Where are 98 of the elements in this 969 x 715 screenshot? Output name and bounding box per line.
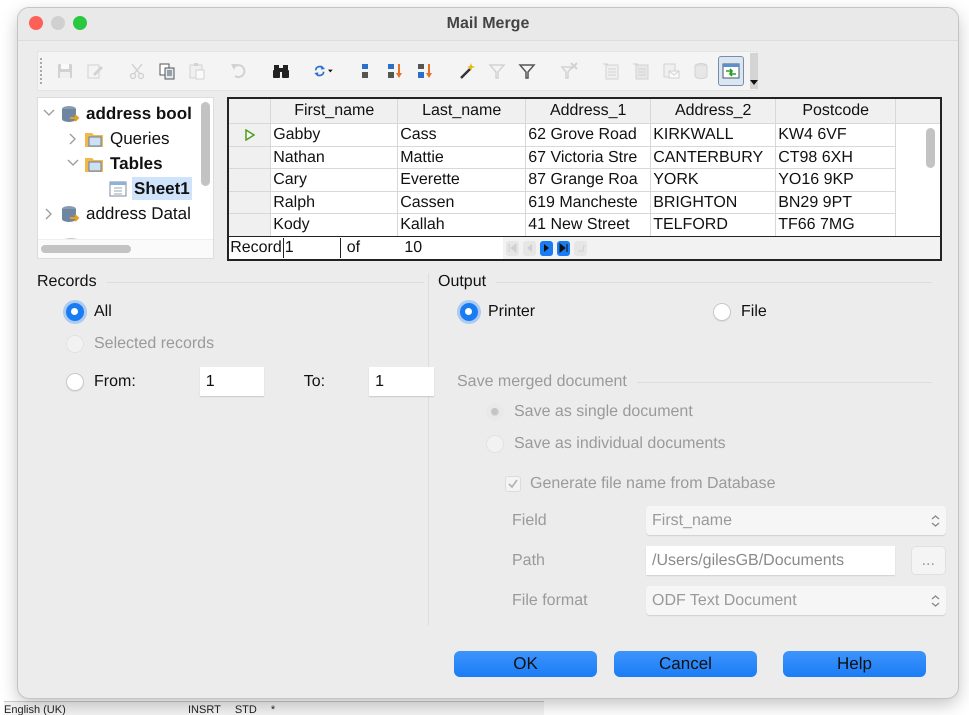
- to-label: To:: [304, 372, 326, 390]
- dropdown-arrows-icon: [931, 514, 940, 526]
- sort-descending-icon: [415, 61, 435, 81]
- explorer-button[interactable]: [718, 56, 744, 86]
- file-format-label: File format: [512, 592, 589, 610]
- option-label: All: [94, 303, 112, 321]
- status-text: STD: [234, 704, 257, 715]
- remove-filter-icon: [559, 61, 579, 81]
- section-heading: Records: [37, 273, 97, 291]
- dropdown-arrows-icon: [931, 594, 940, 606]
- next-record-button[interactable]: [540, 240, 554, 256]
- ok-button[interactable]: OK: [454, 651, 597, 677]
- tree-item[interactable]: Sheet1: [132, 177, 192, 200]
- status-text: *: [270, 704, 276, 715]
- first-icon: [508, 243, 518, 253]
- sort-ascending-icon: [385, 61, 405, 81]
- help-button[interactable]: Help: [783, 651, 926, 677]
- minimize-button[interactable]: [51, 16, 65, 30]
- horizontal-scrollbar[interactable]: [41, 245, 131, 253]
- caret-icon: [328, 69, 333, 73]
- close-button[interactable]: [29, 16, 43, 30]
- path-label: Path: [512, 552, 546, 570]
- record-count: 10: [403, 238, 424, 258]
- column-header[interactable]: Last_name: [398, 99, 526, 124]
- checkbox-label: Generate file name from Database: [530, 475, 776, 493]
- table-cell: YORK: [651, 169, 776, 192]
- option-label: Selected records: [94, 335, 214, 353]
- last-record-button[interactable]: [557, 240, 570, 256]
- cancel-button[interactable]: Cancel: [614, 651, 757, 677]
- copy-icon: [157, 61, 177, 81]
- column-header[interactable]: First_name: [271, 99, 398, 124]
- radio-button[interactable]: [713, 303, 731, 321]
- vertical-scrollbar[interactable]: [926, 128, 935, 168]
- table-cell: 619 Mancheste: [526, 192, 652, 214]
- clipboard-icon: [187, 61, 207, 81]
- table-cell: 67 Victoria Stre: [526, 146, 652, 169]
- table-icon: [108, 178, 128, 198]
- of-label: of: [346, 238, 362, 258]
- status-text: INSRT: [188, 704, 221, 715]
- table-cell: CT98 6XH: [776, 146, 896, 169]
- vertical-scrollbar[interactable]: [201, 102, 210, 186]
- next-icon: [542, 243, 552, 253]
- table-cell: YO16 9KP: [776, 169, 896, 192]
- field-label: Field: [512, 512, 548, 530]
- option-label: File: [741, 303, 767, 321]
- corner-header-cell: [229, 99, 272, 124]
- scissors-icon: [127, 61, 147, 81]
- current-row-icon: [244, 128, 255, 141]
- table-cell: Ralph: [271, 192, 398, 214]
- database-icon: [60, 204, 80, 224]
- option-label: From:: [94, 372, 136, 390]
- last-icon: [559, 243, 568, 253]
- tree-item[interactable]: address bool: [84, 102, 194, 125]
- column-header[interactable]: Address_1: [526, 99, 652, 124]
- checkmark-icon: [508, 479, 518, 489]
- table-cell: Nathan: [271, 146, 398, 169]
- radio-button[interactable]: [66, 372, 84, 390]
- mail-icon: [661, 61, 681, 81]
- table-cell: KW4 6VF: [776, 124, 896, 146]
- table-cell: CANTERBURY: [651, 146, 776, 169]
- tree-item[interactable]: Tables: [108, 152, 165, 175]
- window-title: Mail Merge: [446, 15, 530, 33]
- database-icon: [60, 104, 80, 124]
- table-cell: Cass: [398, 124, 526, 146]
- radio-button[interactable]: [66, 303, 84, 321]
- status-text: English (UK): [4, 704, 67, 715]
- table-cell: Cassen: [398, 192, 526, 214]
- option-label: Save as single document: [514, 403, 693, 421]
- option-label: Save as individual documents: [514, 435, 726, 453]
- record-field[interactable]: 1: [282, 238, 341, 258]
- table-cell: Gabby: [271, 124, 398, 146]
- caret-icon: [750, 80, 758, 85]
- toolbar-overflow-button[interactable]: [750, 53, 758, 89]
- from-field[interactable]: 1: [200, 367, 264, 396]
- section-heading: Save merged document: [457, 373, 627, 391]
- to-field[interactable]: 1: [369, 367, 434, 396]
- field-insert-icon: [631, 61, 651, 81]
- text-insert-icon: [601, 61, 621, 81]
- previous-icon: [525, 243, 534, 253]
- table-cell: KIRKWALL: [651, 124, 776, 146]
- tree-item[interactable]: address Datal: [84, 202, 193, 225]
- zoom-button[interactable]: [73, 16, 87, 30]
- table-cell: Mattie: [398, 146, 526, 169]
- table-cell: 62 Grove Road: [526, 124, 652, 146]
- explorer-icon: [721, 61, 741, 81]
- radio-button[interactable]: [460, 303, 478, 321]
- row-header[interactable]: [229, 214, 272, 236]
- table-cell: BN29 9PT: [776, 192, 896, 214]
- section-heading: Output: [438, 273, 486, 291]
- table-cell: Everette: [398, 169, 526, 192]
- record-label: Record: [229, 238, 283, 258]
- table-cell: BRIGHTON: [651, 192, 776, 214]
- table-cell: Cary: [271, 169, 398, 192]
- column-header[interactable]: Address_2: [651, 99, 776, 124]
- table-cell: 87 Grange Roa: [526, 169, 652, 192]
- column-header[interactable]: Postcode: [776, 99, 896, 124]
- option-label: Printer: [488, 303, 536, 321]
- tree-item[interactable]: Queries: [108, 127, 172, 150]
